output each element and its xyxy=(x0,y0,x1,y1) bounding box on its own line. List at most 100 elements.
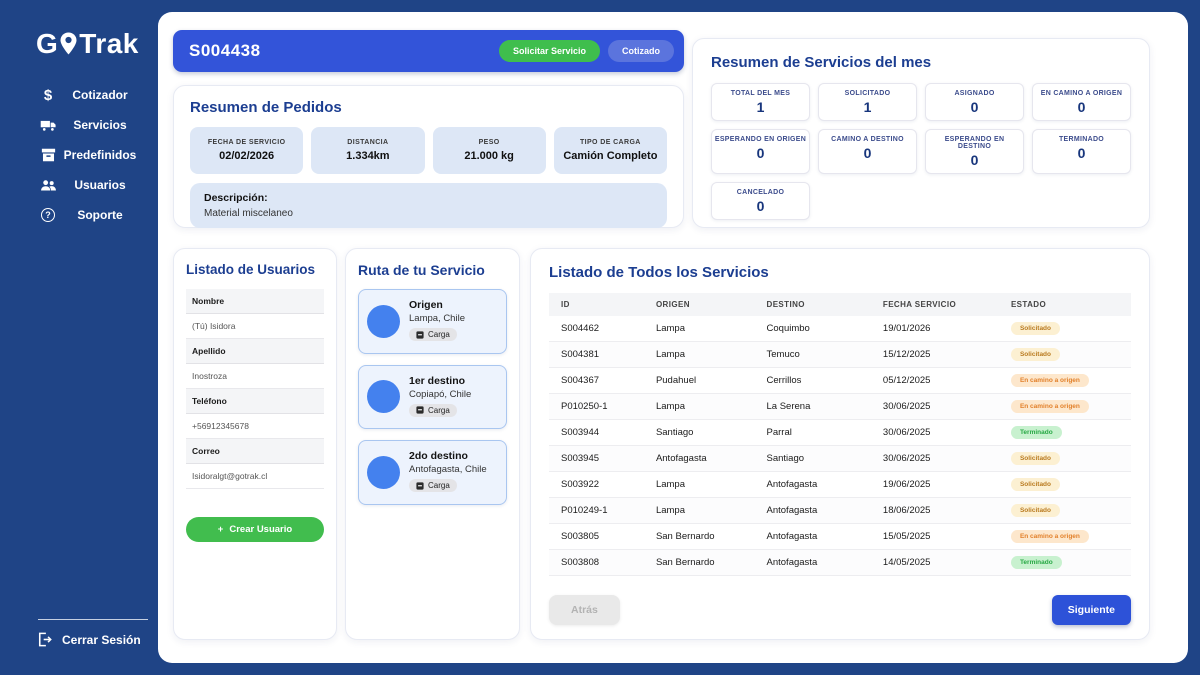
sidebar-item-label: Usuarios xyxy=(58,178,142,192)
users-icon xyxy=(38,179,58,192)
table-row[interactable]: S003945AntofagastaSantiago30/06/2025 Sol… xyxy=(549,446,1131,472)
gotrak-logo: G Trak xyxy=(36,28,139,60)
services-card-title: Listado de Todos los Servicios xyxy=(549,264,1131,281)
stat-asignado: ASIGNADO0 xyxy=(925,83,1024,121)
sidebar-item-usuarios[interactable]: Usuarios xyxy=(0,170,158,200)
service-id: S004438 xyxy=(189,41,499,61)
logout-label: Cerrar Sesión xyxy=(62,633,141,647)
column-header-estado: ESTADO xyxy=(1003,293,1131,316)
create-user-button[interactable]: + Crear Usuario xyxy=(186,517,324,542)
month-summary-title: Resumen de Servicios del mes xyxy=(711,54,1131,71)
order-summary-card: Resumen de Pedidos FECHA DE SERVICIO 02/… xyxy=(173,85,684,228)
column-header-fecha: FECHA SERVICIO xyxy=(875,293,1003,316)
stat-en-camino-a-origen: EN CAMINO A ORIGEN0 xyxy=(1032,83,1131,121)
logo-text-trak: Trak xyxy=(79,28,139,60)
stop-title: 1er destino xyxy=(409,375,471,387)
status-badge: Solicitado xyxy=(1011,452,1060,465)
table-row[interactable]: S003808San BernardoAntofagasta14/05/2025… xyxy=(549,550,1131,576)
order-summary-fields: FECHA DE SERVICIO 02/02/2026 DISTANCIA 1… xyxy=(190,127,667,174)
month-summary-card: Resumen de Servicios del mes TOTAL DEL M… xyxy=(692,38,1150,228)
field-distancia: DISTANCIA 1.334km xyxy=(311,127,424,174)
sidebar-item-label: Soporte xyxy=(58,208,142,222)
users-card-title: Listado de Usuarios xyxy=(186,262,324,277)
stat-total-del-mes: TOTAL DEL MES1 xyxy=(711,83,810,121)
create-user-label: Crear Usuario xyxy=(229,524,292,535)
table-row[interactable]: S004462LampaCoquimbo19/01/2026 Solicitad… xyxy=(549,316,1131,342)
table-row[interactable]: S004367PudahuelCerrillos05/12/2025 En ca… xyxy=(549,368,1131,394)
sidebar-item-label: Cotizador xyxy=(58,88,142,102)
sidebar-item-label: Servicios xyxy=(58,118,142,132)
sidebar-item-predefinidos[interactable]: Predefinidos xyxy=(0,140,158,170)
table-row[interactable]: P010250-1LampaLa Serena30/06/2025 En cam… xyxy=(549,394,1131,420)
stat-solicitado: SOLICITADO1 xyxy=(818,83,917,121)
column-header-destino: DESTINO xyxy=(759,293,875,316)
field-peso: PESO 21.000 kg xyxy=(433,127,546,174)
sidebar-item-cotizador[interactable]: $ Cotizador xyxy=(0,80,158,110)
column-header-origen: ORIGEN xyxy=(648,293,759,316)
main-panel: S004438 Solicitar Servicio Cotizado Resu… xyxy=(158,12,1188,663)
status-badge: Terminado xyxy=(1011,426,1062,439)
services-card: Listado de Todos los Servicios ID ORIGEN… xyxy=(530,248,1150,640)
stat-esperando-en-destino: ESPERANDO EN DESTINO0 xyxy=(925,129,1024,174)
status-badge: En camino a origen xyxy=(1011,374,1089,387)
sidebar-item-label: Predefinidos xyxy=(58,148,142,162)
cargo-box-icon xyxy=(416,406,424,414)
user-field-value: Isidoralgt@gotrak.cl xyxy=(186,464,324,489)
route-stop-1er-destino: 1er destino Copiapó, Chile Carga xyxy=(358,365,507,430)
logout-icon xyxy=(38,632,52,647)
user-field-label: Apellido xyxy=(186,339,324,364)
cargo-tag: Carga xyxy=(409,328,457,341)
status-badge: En camino a origen xyxy=(1011,530,1089,543)
status-badge: Terminado xyxy=(1011,556,1062,569)
stop-location: Antofagasta, Chile xyxy=(409,464,487,475)
route-dot-icon xyxy=(367,456,400,489)
route-card: Ruta de tu Servicio Origen Lampa, Chile … xyxy=(345,248,520,640)
logout-section: Cerrar Sesión xyxy=(38,619,148,647)
stop-location: Lampa, Chile xyxy=(409,313,465,324)
user-fields: Nombre (Tú) Isidora Apellido Inostroza T… xyxy=(186,289,324,489)
dollar-icon: $ xyxy=(38,87,58,104)
table-row[interactable]: S003805San BernardoAntofagasta15/05/2025… xyxy=(549,524,1131,550)
user-field-label: Correo xyxy=(186,439,324,464)
stop-location: Copiapó, Chile xyxy=(409,389,471,400)
sidebar: G Trak $ Cotizador Servicios Predef xyxy=(0,0,158,675)
route-dot-icon xyxy=(367,380,400,413)
route-stop-origen: Origen Lampa, Chile Carga xyxy=(358,289,507,354)
sidebar-item-soporte[interactable]: ? Soporte xyxy=(0,200,158,230)
logo-text-g: G xyxy=(36,28,58,60)
sidebar-item-servicios[interactable]: Servicios xyxy=(0,110,158,140)
stat-terminado: TERMINADO0 xyxy=(1032,129,1131,174)
status-badge: Solicitado xyxy=(1011,478,1060,491)
cargo-tag: Carga xyxy=(409,404,457,417)
sidebar-menu: $ Cotizador Servicios Predefinidos Usua xyxy=(0,80,158,230)
help-icon: ? xyxy=(38,208,58,222)
description-box: Descripción: Material miscelaneo xyxy=(190,183,667,228)
stat-esperando-en-origen: ESPERANDO EN ORIGEN0 xyxy=(711,129,810,174)
table-row[interactable]: S004381LampaTemuco15/12/2025 Solicitado xyxy=(549,342,1131,368)
stop-title: 2do destino xyxy=(409,450,487,462)
table-row[interactable]: S003944SantiagoParral30/06/2025 Terminad… xyxy=(549,420,1131,446)
back-button[interactable]: Atrás xyxy=(549,595,620,625)
user-field-value: (Tú) Isidora xyxy=(186,314,324,339)
solicitar-servicio-button[interactable]: Solicitar Servicio xyxy=(499,40,600,62)
user-field-label: Nombre xyxy=(186,289,324,314)
stat-camino-a-destino: CAMINO A DESTINO0 xyxy=(818,129,917,174)
plus-icon: + xyxy=(218,524,224,535)
cargo-box-icon xyxy=(416,331,424,339)
table-row[interactable]: P010249-1LampaAntofagasta18/06/2025 Soli… xyxy=(549,498,1131,524)
field-tipo-carga: TIPO DE CARGA Camión Completo xyxy=(554,127,667,174)
stat-cancelado: CANCELADO0 xyxy=(711,182,810,220)
table-row[interactable]: S003922LampaAntofagasta19/06/2025 Solici… xyxy=(549,472,1131,498)
cargo-tag: Carga xyxy=(409,479,457,492)
table-header-row: ID ORIGEN DESTINO FECHA SERVICIO ESTADO xyxy=(549,293,1131,316)
route-card-title: Ruta de tu Servicio xyxy=(358,262,507,278)
description-value: Material miscelaneo xyxy=(204,208,653,219)
pagination: Atrás Siguiente xyxy=(549,595,1131,625)
user-field-value: +56912345678 xyxy=(186,414,324,439)
status-badge: Solicitado xyxy=(1011,322,1060,335)
cotizado-status-button[interactable]: Cotizado xyxy=(608,40,674,62)
logout-button[interactable]: Cerrar Sesión xyxy=(38,632,148,647)
services-table: ID ORIGEN DESTINO FECHA SERVICIO ESTADO … xyxy=(549,293,1131,576)
route-stop-2do-destino: 2do destino Antofagasta, Chile Carga xyxy=(358,440,507,505)
next-button[interactable]: Siguiente xyxy=(1052,595,1131,625)
